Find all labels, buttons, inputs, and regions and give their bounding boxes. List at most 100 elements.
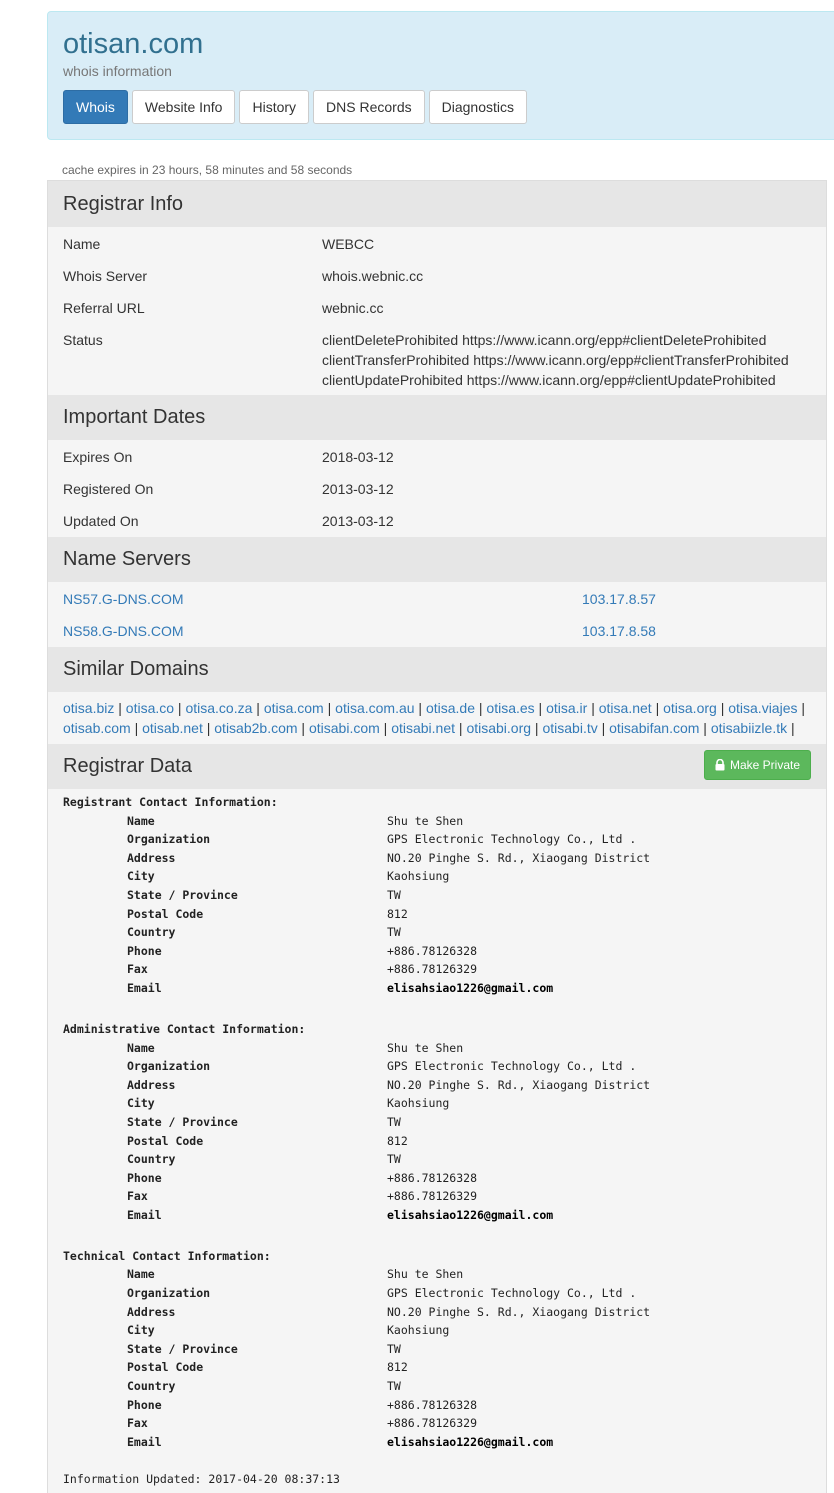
contact-field-value: +886.78126328 — [387, 1170, 478, 1185]
similar-domain-link[interactable]: otisa.co — [126, 700, 174, 716]
status-value-2: clientTransferProhibited https://www.ica… — [322, 352, 789, 368]
separator: | — [174, 700, 186, 716]
contact-email-value: elisahsiao1226@gmail.com — [387, 1207, 554, 1222]
whois-server-label: Whois Server — [63, 268, 148, 284]
name-server-ip-link[interactable]: 103.17.8.57 — [582, 589, 656, 609]
separator: | — [414, 700, 426, 716]
contact-field-label: Phone — [127, 1170, 162, 1185]
contact-field-value: Shu te Shen — [387, 1267, 464, 1282]
contact-field-label: Fax — [127, 1416, 148, 1431]
separator: | — [716, 700, 729, 716]
separator: | — [587, 700, 599, 716]
contact-field-label: Country — [127, 1379, 176, 1394]
similar-domain-link[interactable]: otisa.co.za — [185, 700, 252, 716]
tab-dns-records[interactable]: DNS Records — [313, 90, 425, 124]
lock-icon — [715, 759, 725, 771]
expires-value: 2018-03-12 — [322, 449, 394, 465]
similar-domain-link[interactable]: otisa.com — [264, 700, 324, 716]
referral-url-value: webnic.cc — [322, 300, 384, 316]
make-private-button[interactable]: Make Private — [703, 750, 811, 780]
contact-field-value: +886.78126329 — [387, 1416, 478, 1431]
separator: | — [297, 720, 309, 736]
separator: | — [114, 700, 126, 716]
contact-field-value: +886.78126328 — [387, 943, 478, 958]
contact-field-value: TW — [387, 1114, 401, 1129]
contact-field-label: Postal Code — [127, 1360, 204, 1375]
status-label: Status — [63, 332, 103, 348]
contact-block-title: Registrant Contact Information: — [63, 795, 278, 809]
name-server-ip-link[interactable]: 103.17.8.58 — [582, 621, 656, 641]
similar-domain-link[interactable]: otisa.biz — [63, 700, 114, 716]
contact-field-value: NO.20 Pinghe S. Rd., Xiaogang District — [387, 1077, 651, 1092]
section-similar-domains: Similar Domains — [48, 647, 826, 692]
contact-block-title: Technical Contact Information: — [63, 1248, 271, 1263]
contact-field-value: GPS Electronic Technology Co., Ltd . — [387, 1059, 637, 1074]
contact-field-label: State / Province — [127, 1114, 238, 1129]
contact-field-label: Country — [127, 1152, 176, 1167]
section-name-servers: Name Servers — [48, 537, 826, 582]
similar-domain-link[interactable]: otisab.net — [142, 720, 203, 736]
contact-field-value: 812 — [387, 1360, 408, 1375]
similar-domain-link[interactable]: otisab2b.com — [214, 720, 297, 736]
contact-field-value: NO.20 Pinghe S. Rd., Xiaogang District — [387, 850, 651, 865]
contact-field-label: State / Province — [127, 1341, 238, 1356]
tab-diagnostics[interactable]: Diagnostics — [428, 90, 527, 124]
status-value-3: clientUpdateProhibited https://www.icann… — [322, 372, 776, 388]
name-server-host-link[interactable]: NS57.G-DNS.COM — [63, 589, 184, 609]
similar-domain-link[interactable]: otisa.ir — [546, 700, 587, 716]
contact-field-label: Postal Code — [127, 906, 204, 921]
contact-field-value: TW — [387, 1152, 401, 1167]
contact-field-label: Postal Code — [127, 1133, 204, 1148]
contact-field-label: Organization — [127, 1286, 211, 1301]
similar-domain-link[interactable]: otisa.com.au — [335, 700, 414, 716]
contact-field-value: TW — [387, 1379, 401, 1394]
separator: | — [475, 700, 487, 716]
tab-history[interactable]: History — [239, 90, 310, 124]
separator: | — [202, 720, 215, 736]
similar-domain-link[interactable]: otisa.org — [663, 700, 717, 716]
registered-value: 2013-03-12 — [322, 481, 394, 497]
similar-domain-link[interactable]: otisabifan.com — [609, 720, 699, 736]
cache-expiry-note: cache expires in 23 hours, 58 minutes an… — [62, 163, 353, 177]
similar-domain-link[interactable]: otisa.net — [599, 700, 652, 716]
referral-url-label: Referral URL — [63, 300, 145, 316]
contact-field-label: Phone — [127, 943, 162, 958]
name-server-host-link[interactable]: NS58.G-DNS.COM — [63, 621, 184, 641]
tab-whois[interactable]: Whois — [63, 90, 128, 124]
similar-domain-link[interactable]: otisabi.org — [466, 720, 531, 736]
registrar-name-value: WEBCC — [322, 236, 375, 252]
similar-domains-list: otisa.biz | otisa.co | otisa.co.za | oti… — [63, 698, 823, 738]
contact-field-label: Name — [127, 813, 155, 828]
separator: | — [597, 720, 610, 736]
contact-email-value: elisahsiao1226@gmail.com — [387, 1434, 554, 1449]
similar-domain-link[interactable]: otisabi.tv — [542, 720, 597, 736]
contact-field-label: Organization — [127, 832, 211, 847]
separator: | — [130, 720, 143, 736]
contact-field-label: Fax — [127, 1189, 148, 1204]
registrar-data-title: Registrar Data — [63, 755, 192, 777]
contact-email-value: elisahsiao1226@gmail.com — [387, 981, 554, 995]
similar-domain-link[interactable]: otisabi.net — [391, 720, 455, 736]
contact-field-value: +886.78126328 — [387, 1397, 478, 1412]
similar-domain-link[interactable]: otisabiizle.tk — [711, 720, 787, 736]
contact-field-label: Name — [127, 1267, 155, 1282]
separator: | — [534, 700, 547, 716]
updated-value: 2013-03-12 — [322, 513, 394, 529]
separator: | — [787, 720, 795, 736]
contact-field-label: Country — [127, 925, 176, 940]
similar-domain-link[interactable]: otisa.de — [426, 700, 475, 716]
contact-field-label: City — [127, 1323, 155, 1338]
contact-field-value: GPS Electronic Technology Co., Ltd . — [387, 832, 637, 847]
contact-block-title: Administrative Contact Information: — [63, 1021, 306, 1036]
contact-field-label: State / Province — [127, 888, 238, 902]
page-subtitle: whois information — [63, 63, 172, 79]
similar-domain-link[interactable]: otisa.es — [486, 700, 534, 716]
similar-domain-link[interactable]: otisabi.com — [309, 720, 380, 736]
contact-field-value: TW — [387, 1341, 401, 1356]
whois-panel: Registrar Info Name WEBCC Whois Server w… — [47, 180, 827, 1493]
contact-field-value: TW — [387, 888, 401, 902]
tab-website-info[interactable]: Website Info — [131, 90, 236, 124]
similar-domain-link[interactable]: otisa.viajes — [728, 700, 797, 716]
similar-domain-link[interactable]: otisab.com — [63, 720, 131, 736]
contact-field-value: 812 — [387, 1133, 408, 1148]
